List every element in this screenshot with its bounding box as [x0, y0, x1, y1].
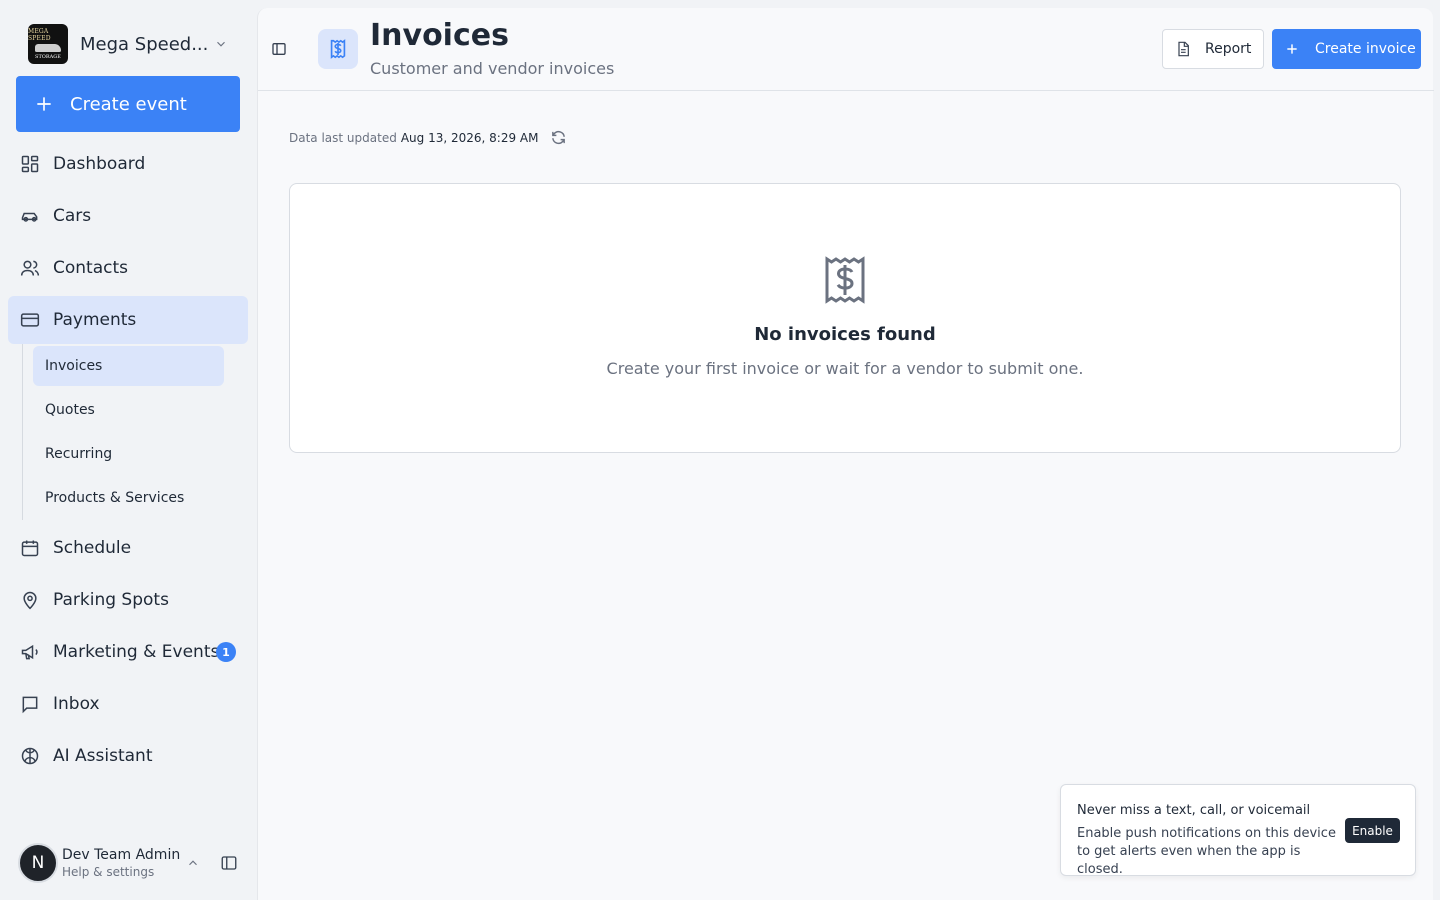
report-button-label: Report: [1205, 41, 1252, 57]
page-header: Invoices Customer and vendor invoices Re…: [258, 8, 1434, 91]
brand-logo: MEGA SPEED STORAGE: [28, 24, 68, 64]
sidebar-subitem-recurring[interactable]: Recurring: [33, 434, 224, 474]
sidebar-subitem-quotes[interactable]: Quotes: [33, 390, 224, 430]
user-menu[interactable]: N Dev Team Admin Help & settings: [18, 842, 248, 884]
brand-logo-car-shape: [35, 44, 61, 52]
sidebar-subitem-invoices[interactable]: Invoices: [33, 346, 224, 386]
sidebar-subitem-label: Invoices: [45, 358, 103, 374]
create-invoice-label: Create invoice: [1315, 41, 1416, 57]
map-pin-icon: [23, 591, 37, 610]
page-subtitle: Customer and vendor invoices: [370, 59, 615, 78]
user-subtitle: Help & settings: [62, 865, 155, 879]
brain-icon: [21, 747, 39, 765]
empty-state-card: No invoices found Create your first invo…: [289, 183, 1401, 453]
create-event-label: Create event: [70, 93, 187, 115]
sidebar-item-label: Dashboard: [53, 154, 146, 174]
message-icon: [22, 696, 38, 714]
brand-logo-text-top: MEGA SPEED: [28, 28, 51, 42]
empty-state-title: No invoices found: [754, 324, 936, 345]
brand-name: Mega Speed...: [80, 33, 209, 55]
calendar-icon: [21, 540, 39, 557]
notification-badge: 1: [216, 642, 236, 662]
sidebar-item-parking-spots[interactable]: Parking Spots: [8, 576, 248, 624]
brand-switcher[interactable]: MEGA SPEED STORAGE Mega Speed...: [28, 24, 240, 64]
push-notification-toast: Never miss a text, call, or voicemail En…: [1060, 784, 1416, 877]
refresh-icon[interactable]: [550, 129, 567, 146]
updated-label: Data last updated: [289, 130, 397, 145]
page-title-icon: [318, 29, 358, 69]
page-title: Invoices: [370, 18, 509, 53]
sidebar-item-cars[interactable]: Cars: [8, 192, 248, 240]
sidebar-subitem-label: Products & Services: [45, 490, 185, 506]
brand-logo-text-bottom: STORAGE: [35, 54, 61, 60]
empty-state-description: Create your first invoice or wait for a …: [606, 359, 1084, 378]
chevron-up-icon[interactable]: [186, 856, 200, 870]
report-button[interactable]: Report: [1162, 29, 1264, 69]
megaphone-icon: [21, 644, 38, 660]
main-panel: Invoices Customer and vendor invoices Re…: [257, 8, 1434, 900]
receipt-dollar-icon: [825, 256, 865, 304]
sidebar-item-payments[interactable]: Payments: [8, 296, 248, 344]
sidebar-item-label: AI Assistant: [53, 746, 153, 766]
sidebar-item-contacts[interactable]: Contacts: [8, 244, 248, 292]
sidebar-item-label: Contacts: [53, 258, 128, 278]
sidebar-item-label: Schedule: [53, 538, 132, 558]
sidebar-item-inbox[interactable]: Inbox: [8, 680, 248, 728]
sidebar-item-schedule[interactable]: Schedule: [8, 524, 248, 572]
sidebar-item-label: Parking Spots: [53, 590, 169, 610]
toast-body: Enable push notifications on this device…: [1077, 826, 1336, 877]
sidebar-collapse-icon[interactable]: [220, 854, 238, 872]
document-icon: [1178, 41, 1189, 57]
panel-toggle-icon[interactable]: [271, 41, 287, 57]
users-icon: [20, 260, 40, 276]
sidebar-item-label: Inbox: [53, 694, 100, 714]
plus-icon: [37, 97, 51, 111]
sidebar-subitem-label: Recurring: [45, 446, 113, 462]
user-info: Dev Team Admin Help & settings: [62, 847, 180, 879]
dashboard-icon: [21, 155, 39, 173]
sidebar: MEGA SPEED STORAGE Mega Speed... Create …: [0, 0, 256, 900]
sidebar-item-label: Cars: [53, 206, 92, 226]
car-icon: [21, 212, 38, 222]
subnav-divider: [22, 344, 23, 520]
receipt-dollar-icon: [330, 39, 346, 59]
sidebar-item-label: Marketing & Events: [53, 642, 220, 662]
sidebar-subitem-products-services[interactable]: Products & Services: [33, 478, 224, 518]
sidebar-item-dashboard[interactable]: Dashboard: [8, 140, 248, 188]
chevron-down-icon: [217, 41, 225, 47]
plus-icon: [1287, 44, 1297, 54]
user-name: Dev Team Admin: [62, 847, 181, 863]
credit-card-icon: [20, 313, 40, 327]
sidebar-subitem-label: Quotes: [45, 402, 95, 418]
create-invoice-button[interactable]: Create invoice: [1272, 29, 1421, 69]
avatar: N: [18, 843, 58, 883]
sidebar-item-label: Payments: [53, 310, 137, 330]
sidebar-item-ai-assistant[interactable]: AI Assistant: [8, 732, 248, 780]
create-event-button[interactable]: Create event: [16, 76, 240, 132]
data-last-updated: Data last updated Aug 13, 2026, 8:29 AM: [289, 129, 567, 146]
toast-title: Never miss a text, call, or voicemail: [1077, 803, 1311, 818]
enable-notifications-button[interactable]: Enable: [1345, 818, 1400, 843]
updated-timestamp: Aug 13, 2026, 8:29 AM: [400, 130, 539, 145]
sidebar-item-marketing-events[interactable]: Marketing & Events 1: [8, 628, 248, 676]
